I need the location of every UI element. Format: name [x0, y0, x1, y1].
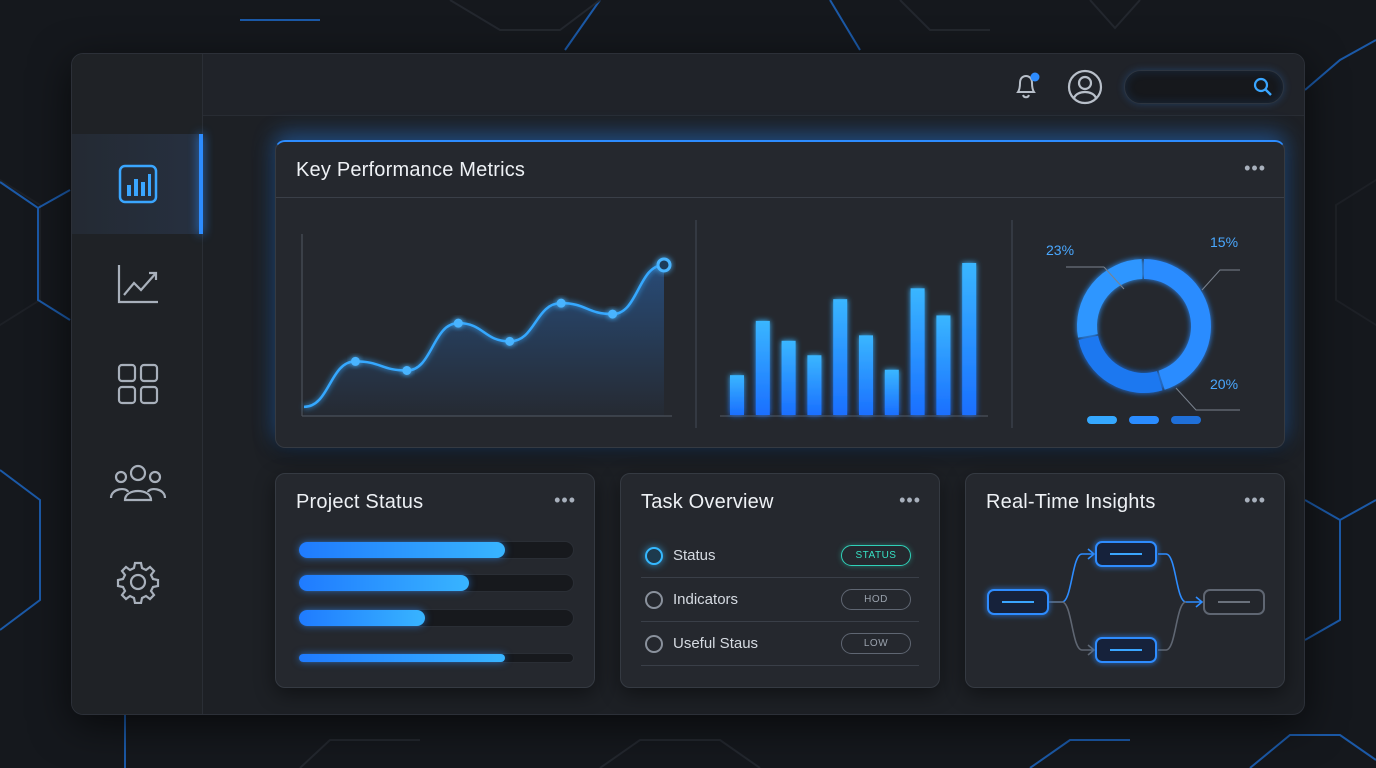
- progress-bar: [298, 574, 574, 592]
- search-icon[interactable]: [1253, 77, 1273, 97]
- project-status-menu-button[interactable]: •••: [554, 490, 576, 511]
- legend-swatch: [1087, 416, 1117, 424]
- task-radio[interactable]: [645, 547, 663, 565]
- search-bar: [1124, 70, 1284, 104]
- bar-chart-icon: [118, 164, 157, 204]
- progress-fill: [299, 542, 505, 558]
- legend-swatch: [1129, 416, 1159, 424]
- bell-icon: [1016, 72, 1040, 99]
- notification-dot: [1030, 72, 1040, 82]
- flow-connector: [1158, 553, 1202, 603]
- search-input[interactable]: [1137, 77, 1247, 99]
- flow-connector: [1048, 553, 1094, 603]
- task-row-indicators[interactable]: Indicators HOD: [641, 578, 919, 622]
- task-row-useful-status[interactable]: Useful Staus LOW: [641, 622, 919, 666]
- flow-connector: [1048, 601, 1094, 651]
- line-chart-icon: [117, 265, 158, 304]
- bar[interactable]: [910, 288, 925, 415]
- flow-connector: [1158, 601, 1187, 651]
- task-label: Useful Staus: [673, 635, 759, 652]
- line-chart-point[interactable]: [608, 309, 618, 319]
- insights-title: Real-Time Insights: [986, 491, 1156, 513]
- donut-slice[interactable]: [1078, 335, 1163, 393]
- line-chart-point[interactable]: [350, 356, 360, 366]
- line-chart-point[interactable]: [556, 298, 566, 308]
- profile-button[interactable]: [1067, 69, 1103, 110]
- user-circle-icon: [1067, 69, 1103, 105]
- slice-label-15: 15%: [1210, 234, 1238, 250]
- line-chart-point[interactable]: [453, 318, 463, 328]
- task-badge: STATUS: [841, 545, 911, 566]
- sidebar-item-settings[interactable]: [72, 532, 203, 632]
- bar[interactable]: [884, 369, 899, 415]
- bar[interactable]: [859, 335, 873, 415]
- insights-menu-button[interactable]: •••: [1244, 490, 1266, 511]
- bar[interactable]: [936, 315, 951, 415]
- task-radio[interactable]: [645, 591, 663, 609]
- grid-icon: [117, 363, 158, 405]
- sidebar-item-apps[interactable]: [72, 334, 203, 434]
- task-label: Indicators: [673, 591, 739, 608]
- bar[interactable]: [833, 299, 848, 415]
- progress-bar: [298, 609, 574, 627]
- progress-bar: [298, 653, 574, 663]
- kpi-charts: 23% 15% 20%: [301, 220, 1240, 428]
- progress-fill: [299, 575, 469, 591]
- slice-label-23: 23%: [1046, 242, 1074, 258]
- gear-icon: [116, 561, 159, 604]
- insights-card: Real-Time Insights •••: [965, 473, 1285, 688]
- bar[interactable]: [755, 320, 770, 415]
- line-chart-point[interactable]: [656, 257, 672, 273]
- task-row-status[interactable]: Status STATUS: [641, 534, 919, 578]
- sidebar-item-analytics[interactable]: [72, 234, 203, 334]
- bar[interactable]: [807, 355, 822, 415]
- task-overview-title: Task Overview: [641, 491, 774, 513]
- kpi-title: Key Performance Metrics: [296, 159, 526, 181]
- progress-fill: [299, 610, 426, 626]
- sidebar-item-dashboard[interactable]: [72, 134, 203, 234]
- project-status-title: Project Status: [296, 491, 424, 513]
- sidebar-item-team[interactable]: [72, 432, 203, 532]
- users-icon: [109, 464, 166, 502]
- donut-slice[interactable]: [1143, 259, 1211, 390]
- line-chart-point[interactable]: [505, 336, 515, 346]
- app-window: Key Performance Metrics ••• 23% 15% 20% …: [71, 53, 1305, 715]
- legend-swatch: [1171, 416, 1201, 424]
- bar[interactable]: [730, 375, 744, 415]
- notifications-button[interactable]: [1013, 71, 1041, 106]
- task-radio[interactable]: [645, 635, 663, 653]
- bar[interactable]: [962, 262, 977, 415]
- project-status-card: Project Status •••: [275, 473, 595, 688]
- kpi-menu-button[interactable]: •••: [1244, 158, 1266, 179]
- line-chart-area: [304, 264, 664, 416]
- progress-fill: [299, 654, 505, 662]
- bar[interactable]: [781, 340, 796, 415]
- task-badge: LOW: [841, 633, 911, 654]
- kpi-card: Key Performance Metrics ••• 23% 15% 20%: [275, 140, 1285, 448]
- line-chart-point[interactable]: [402, 366, 412, 375]
- task-overview-menu-button[interactable]: •••: [899, 490, 921, 511]
- task-label: Status: [673, 547, 716, 564]
- progress-bar: [298, 541, 574, 559]
- flow-diagram: [987, 541, 1265, 663]
- sidebar: [72, 54, 203, 714]
- slice-label-20: 20%: [1210, 376, 1238, 392]
- task-badge: HOD: [841, 589, 911, 610]
- task-overview-card: Task Overview ••• Status STATUS Indicato…: [620, 473, 940, 688]
- slice-leader-line: [1201, 269, 1240, 291]
